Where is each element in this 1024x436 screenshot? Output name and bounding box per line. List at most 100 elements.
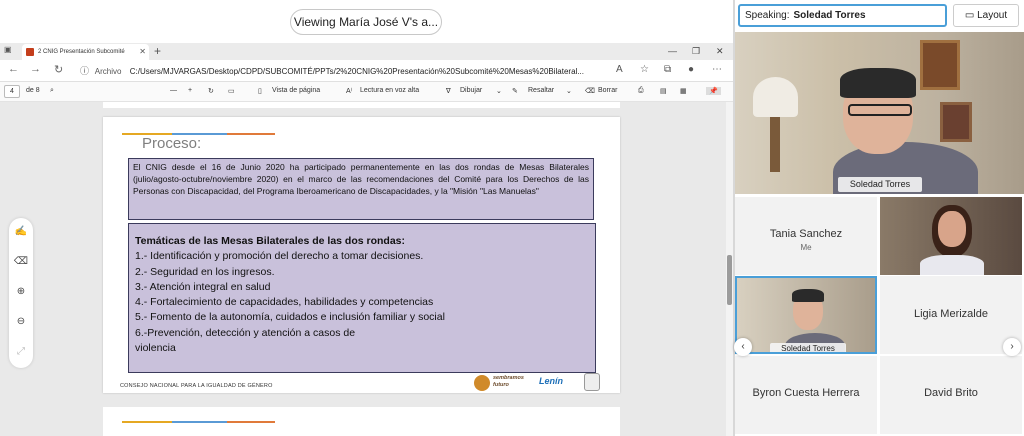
speaker-glasses [848, 104, 912, 116]
participant-name: Byron Cuesta Herrera [752, 387, 860, 399]
read-aloud-button[interactable]: Lectura en voz alta [360, 87, 419, 94]
zoom-out-icon[interactable]: — [170, 87, 177, 94]
floating-tools: ✍ ⌫ ⊕ ⊖ ⤢ [9, 218, 33, 368]
painting [920, 40, 960, 90]
url-text: C:/Users/MJVARGAS/Desktop/CDPD/SUBCOMITÉ… [129, 67, 584, 76]
lenin-logo: Lenín [539, 376, 563, 386]
tab-pdf[interactable]: 2 CNIG Presentación Subcomité ✕ [22, 44, 149, 60]
scrollbar-thumb[interactable] [727, 255, 732, 305]
chevron-left-icon[interactable]: ‹ [734, 338, 752, 356]
vertical-scrollbar[interactable] [726, 102, 733, 436]
draw-icon[interactable]: ∇ [446, 87, 451, 95]
shared-browser-window: ▣ 2 CNIG Presentación Subcomité ✕ + — ❐ … [0, 43, 733, 436]
close-tab-icon[interactable]: ✕ [139, 44, 146, 60]
save-icon[interactable]: ▤ [660, 87, 667, 95]
close-window-icon[interactable]: ✕ [716, 44, 724, 58]
zoom-in-icon[interactable]: + [188, 87, 192, 94]
viewing-screen-pill[interactable]: Viewing María José V's a... [290, 9, 442, 35]
title-stripe [227, 133, 275, 135]
collections-icon[interactable]: ⧉ [664, 64, 671, 75]
minimize-icon[interactable]: — [668, 44, 677, 58]
participant-tile[interactable]: David Brito [880, 356, 1022, 434]
topic-item: 2.- Seguridad en los ingresos. [135, 265, 275, 278]
speaking-label: Speaking: [745, 10, 790, 21]
favorite-icon[interactable]: ☆ [640, 64, 649, 75]
lamp-shade [753, 77, 798, 117]
topic-item: 4.- Fortalecimiento de capacidades, habi… [135, 296, 434, 309]
title-stripe [172, 421, 227, 423]
participant-self-label: Me [800, 243, 812, 252]
more-menu-icon[interactable]: ⋯ [712, 64, 722, 75]
new-tab-button[interactable]: + [154, 43, 161, 59]
speaker-hair [840, 68, 916, 98]
pin-toolbar-icon[interactable]: 📌 [706, 87, 721, 95]
slide-title: Proceso: [142, 135, 202, 152]
draw-button[interactable]: Dibujar [460, 87, 482, 94]
topic-item: 6.-Prevención, detección y atención a ca… [135, 326, 356, 339]
erase-button[interactable]: Borrar [598, 87, 617, 94]
participant-video-tile[interactable] [880, 197, 1022, 275]
tab-title: 2 CNIG Presentación Subcomité [38, 49, 125, 55]
url-scheme-label: Archivo [94, 67, 122, 76]
highlight-button[interactable]: Resaltar [528, 87, 554, 94]
layout-icon: ▭ [964, 10, 975, 21]
intro-textbox: El CNIG desde el 16 de Junio 2020 ha par… [128, 158, 594, 220]
coat-of-arms-icon [584, 373, 600, 391]
participant-name: Ligia Merizalde [914, 308, 988, 320]
chevron-down-icon[interactable]: ⌄ [566, 87, 572, 95]
draw-tool-icon[interactable]: ✍ [9, 226, 33, 237]
page-view-icon[interactable]: ▯ [258, 87, 262, 95]
speaking-name: Soledad Torres [793, 10, 866, 21]
participant-tile[interactable]: Ligia Merizalde [880, 276, 1022, 354]
highlight-icon[interactable]: ✎ [512, 87, 518, 95]
tree-logo-icon [474, 375, 490, 391]
chevron-right-icon[interactable]: › [1003, 338, 1021, 356]
topic-item: 5.- Fomento de la autonomía, cuidados e … [135, 311, 445, 324]
reload-icon[interactable]: ↻ [54, 63, 63, 76]
participant-name: Tania Sanchez [769, 228, 843, 240]
forward-icon[interactable]: → [30, 63, 41, 75]
eraser-icon[interactable]: ⌫ [585, 87, 595, 95]
zoom-out-tool-icon[interactable]: ⊖ [9, 316, 33, 327]
participant-face [938, 211, 966, 247]
print-icon[interactable]: ⎙ [638, 87, 644, 95]
tab-actions-icon[interactable]: ▣ [4, 45, 12, 54]
read-mode-icon[interactable]: A [616, 64, 623, 75]
pdf-page-slide: Proceso: El CNIG desde el 16 de Junio 20… [103, 117, 620, 393]
back-icon[interactable]: ← [8, 63, 19, 75]
topic-item: 1.- Identificación y promoción del derec… [135, 250, 424, 263]
page-view-button[interactable]: Vista de página [272, 87, 320, 94]
chevron-down-icon[interactable]: ⌄ [496, 87, 502, 95]
topic-item: violencia [135, 342, 176, 355]
title-stripe [227, 421, 275, 423]
zoom-in-tool-icon[interactable]: ⊕ [9, 286, 33, 297]
search-icon[interactable]: ⌕ [50, 87, 54, 95]
topics-textbox: Temáticas de las Mesas Bilaterales de la… [128, 223, 596, 373]
rotate-icon[interactable]: ↻ [208, 87, 214, 95]
speaker-hair [792, 289, 824, 302]
profile-icon[interactable]: ● [688, 64, 694, 75]
save-as-icon[interactable]: ▦ [680, 87, 687, 95]
lamp-base [770, 117, 780, 172]
participant-tile[interactable]: Byron Cuesta Herrera [735, 356, 877, 434]
painting [940, 102, 972, 142]
participant-tile[interactable]: Tania Sanchez Me [735, 197, 877, 275]
tab-strip: ▣ 2 CNIG Presentación Subcomité ✕ + — ❐ … [0, 43, 733, 60]
pdf-toolbar: 4 de 8 ⌕ — + ↻ ▭ ▯ Vista de página A⁾ Le… [0, 82, 733, 102]
restore-icon[interactable]: ❐ [692, 44, 700, 58]
page-number-input[interactable]: 4 [4, 85, 20, 98]
main-video-name: Soledad Torres [838, 177, 922, 192]
url-field[interactable]: ⓘ Archivo C:/Users/MJVARGAS/Desktop/CDPD… [80, 63, 632, 79]
read-aloud-icon[interactable]: A⁾ [346, 87, 352, 95]
participant-body [920, 255, 984, 275]
topic-item: 3.- Atención integral en salud [135, 280, 271, 293]
layout-button[interactable]: ▭ Layout [953, 4, 1019, 27]
main-speaker-video[interactable]: Soledad Torres [735, 32, 1024, 194]
participant-video-tile-active[interactable]: Soledad Torres [735, 276, 877, 354]
fit-page-icon[interactable]: ▭ [228, 87, 235, 95]
next-page [103, 407, 620, 436]
topics-heading: Temáticas de las Mesas Bilaterales de la… [135, 235, 406, 247]
eraser-tool-icon[interactable]: ⌫ [9, 256, 33, 267]
meeting-top-bar: Viewing María José V's a... [0, 0, 733, 43]
fit-tool-icon[interactable]: ⤢ [9, 346, 33, 357]
